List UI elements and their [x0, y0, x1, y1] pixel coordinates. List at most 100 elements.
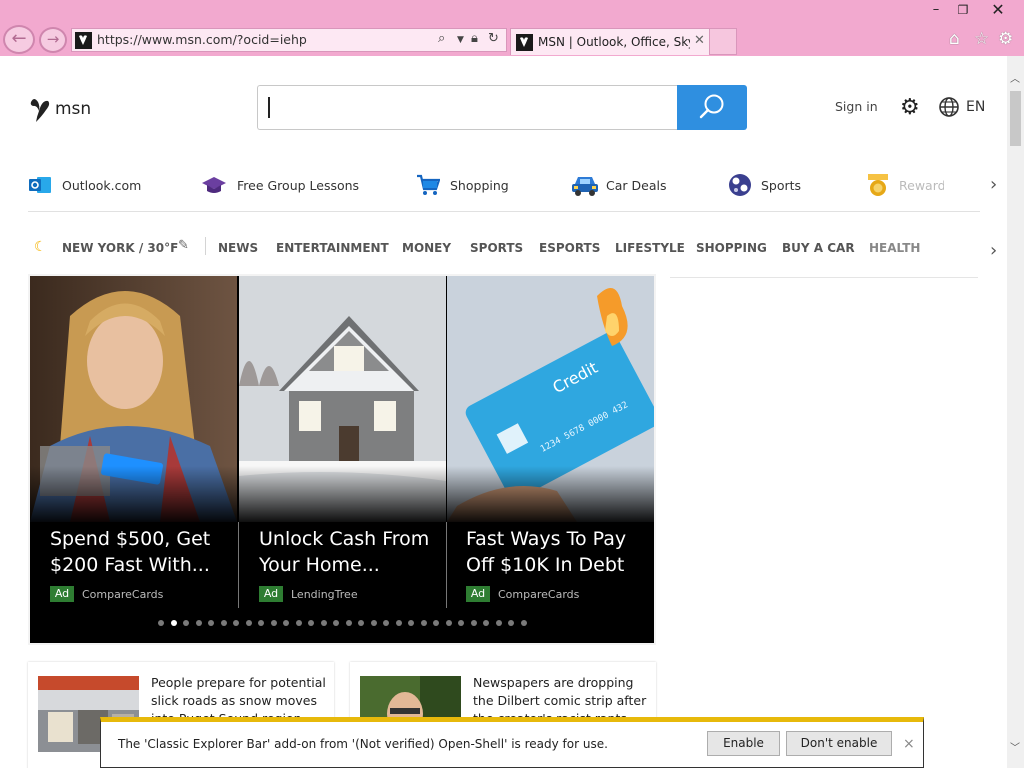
close-window-button[interactable]: ✕ — [976, 0, 1020, 22]
page-content: msn Sign in ⚙ EN Outlook.com Free Group … — [0, 56, 1007, 768]
tab-msn[interactable]: MSN | Outlook, Office, Sky... ✕ — [510, 28, 710, 55]
vertical-scrollbar[interactable]: ︿ ﹀ — [1007, 56, 1024, 768]
carousel-dot[interactable] — [358, 620, 364, 626]
lock-icon[interactable]: 🔒︎ — [471, 31, 478, 46]
carousel-dot[interactable] — [433, 620, 439, 626]
quick-link-rewards[interactable]: Rewards — [866, 170, 946, 200]
moon-icon: ☾ — [34, 239, 47, 255]
nav-item-shopping[interactable]: SHOPPING — [696, 241, 767, 255]
nav-item-health[interactable]: HEALTH — [869, 241, 920, 255]
search-button[interactable] — [677, 85, 747, 130]
maximize-button[interactable]: ❐ — [950, 0, 976, 22]
nav-item-sports[interactable]: SPORTS — [470, 241, 523, 255]
carousel-slide[interactable]: Spend $500, Get $200 Fast With... Ad Com… — [30, 276, 237, 610]
shopping-cart-icon — [417, 174, 440, 195]
chevron-right-icon[interactable]: › — [990, 174, 997, 195]
carousel-dot[interactable] — [395, 620, 402, 626]
nav-item-news[interactable]: NEWS — [218, 241, 258, 255]
language-selector[interactable]: EN — [966, 99, 985, 115]
carousel-dot[interactable] — [170, 620, 177, 626]
quick-link-car-deals[interactable]: Car Deals — [571, 170, 671, 200]
carousel-dot[interactable] — [308, 620, 314, 626]
nav-item-buy-a-car[interactable]: BUY A CAR — [782, 241, 855, 255]
carousel-dot[interactable] — [445, 620, 452, 626]
search-icon[interactable]: ⌕ — [438, 31, 445, 46]
quick-link-label: Car Deals — [606, 178, 667, 193]
car-icon — [572, 177, 598, 196]
carousel-slide[interactable]: Credit 1234 5678 0000 432 Fast Ways To P… — [447, 276, 654, 610]
slide-headline[interactable]: Spend $500, Get $200 Fast With... — [50, 526, 230, 578]
nav-item-money[interactable]: MONEY — [402, 241, 451, 255]
carousel-dot[interactable] — [183, 620, 189, 626]
enable-button[interactable]: Enable — [707, 731, 780, 756]
minimize-button[interactable]: – — [922, 0, 950, 22]
tools-gear-icon[interactable]: ⚙ — [998, 29, 1013, 49]
slide-headline[interactable]: Fast Ways To Pay Off $10K In Debt — [466, 526, 646, 578]
close-tab-icon[interactable]: ✕ — [694, 33, 705, 48]
carousel-dot[interactable] — [258, 620, 264, 626]
search-input[interactable] — [257, 85, 677, 130]
carousel-dot[interactable] — [520, 620, 527, 626]
carousel-dot[interactable] — [158, 620, 164, 626]
carousel-dot[interactable] — [470, 620, 477, 626]
carousel-dot[interactable] — [295, 620, 302, 626]
url-text[interactable]: https://www.msn.com/?ocid=iehp — [97, 32, 307, 47]
carousel-dot[interactable] — [408, 620, 414, 626]
address-bar[interactable]: https://www.msn.com/?ocid=iehp ⌕ ▼ 🔒︎ ↻ — [71, 28, 507, 52]
ad-badge: Ad — [50, 586, 74, 602]
carousel-dot[interactable] — [483, 620, 489, 626]
msn-logo[interactable]: msn — [28, 94, 98, 126]
chevron-right-icon[interactable]: › — [990, 240, 997, 261]
weather-location[interactable]: NEW YORK / 30°F — [62, 241, 178, 255]
right-panel — [670, 274, 978, 278]
carousel-dot[interactable] — [270, 620, 277, 626]
carousel-dot[interactable] — [208, 620, 214, 626]
globe-icon[interactable] — [938, 96, 960, 118]
carousel-dot[interactable] — [345, 620, 352, 626]
carousel-dot[interactable] — [508, 620, 514, 626]
favorites-star-icon[interactable]: ☆ — [974, 29, 989, 49]
carousel-dot[interactable] — [458, 620, 464, 626]
sports-ball-icon — [729, 174, 751, 196]
gradient-overlay — [447, 466, 654, 526]
scroll-thumb[interactable] — [1010, 91, 1021, 146]
chevron-down-icon[interactable]: ▼ — [457, 35, 464, 45]
ad-badge: Ad — [466, 586, 490, 602]
nav-item-esports[interactable]: ESPORTS — [539, 241, 600, 255]
carousel-dot[interactable] — [370, 620, 377, 626]
pencil-icon[interactable]: ✎ — [178, 238, 189, 253]
quick-link-shopping[interactable]: Shopping — [416, 170, 516, 200]
home-icon[interactable]: ⌂ — [949, 29, 960, 49]
close-icon[interactable]: × — [903, 736, 915, 752]
carousel-dot[interactable] — [383, 620, 389, 626]
settings-gear-icon[interactable]: ⚙ — [900, 95, 920, 120]
carousel-dot[interactable] — [333, 620, 339, 626]
carousel-dot[interactable] — [420, 620, 427, 626]
dont-enable-button[interactable]: Don't enable — [786, 731, 892, 756]
carousel-dot[interactable] — [320, 620, 327, 626]
quick-link-sports[interactable]: Sports — [728, 170, 818, 200]
gradient-overlay — [239, 466, 446, 526]
quick-link-free-group-lessons[interactable]: Free Group Lessons — [202, 170, 362, 200]
carousel-dot[interactable] — [245, 620, 252, 626]
sponsor-name: CompareCards — [498, 588, 580, 601]
scroll-up-icon[interactable]: ︿ — [1010, 70, 1020, 85]
new-tab-button[interactable] — [710, 28, 737, 55]
nav-item-entertainment[interactable]: ENTERTAINMENT — [276, 241, 389, 255]
forward-button[interactable]: → — [39, 27, 67, 53]
carousel-dot[interactable] — [283, 620, 289, 626]
quick-link-label: Shopping — [450, 178, 509, 193]
carousel-dot[interactable] — [195, 620, 202, 626]
carousel-dot[interactable] — [495, 620, 502, 626]
carousel-dot[interactable] — [233, 620, 239, 626]
notification-message: The 'Classic Explorer Bar' add-on from '… — [118, 737, 608, 751]
sign-in-link[interactable]: Sign in — [835, 99, 878, 114]
carousel-slide[interactable]: Unlock Cash From Your Home... Ad Lending… — [239, 276, 446, 610]
quick-link-outlook[interactable]: Outlook.com — [28, 170, 148, 200]
scroll-down-icon[interactable]: ﹀ — [1010, 739, 1020, 754]
carousel-dot[interactable] — [220, 620, 227, 626]
nav-item-lifestyle[interactable]: LIFESTYLE — [615, 241, 685, 255]
refresh-icon[interactable]: ↻ — [488, 31, 499, 46]
back-button[interactable]: ← — [3, 25, 35, 54]
slide-headline[interactable]: Unlock Cash From Your Home... — [259, 526, 439, 578]
